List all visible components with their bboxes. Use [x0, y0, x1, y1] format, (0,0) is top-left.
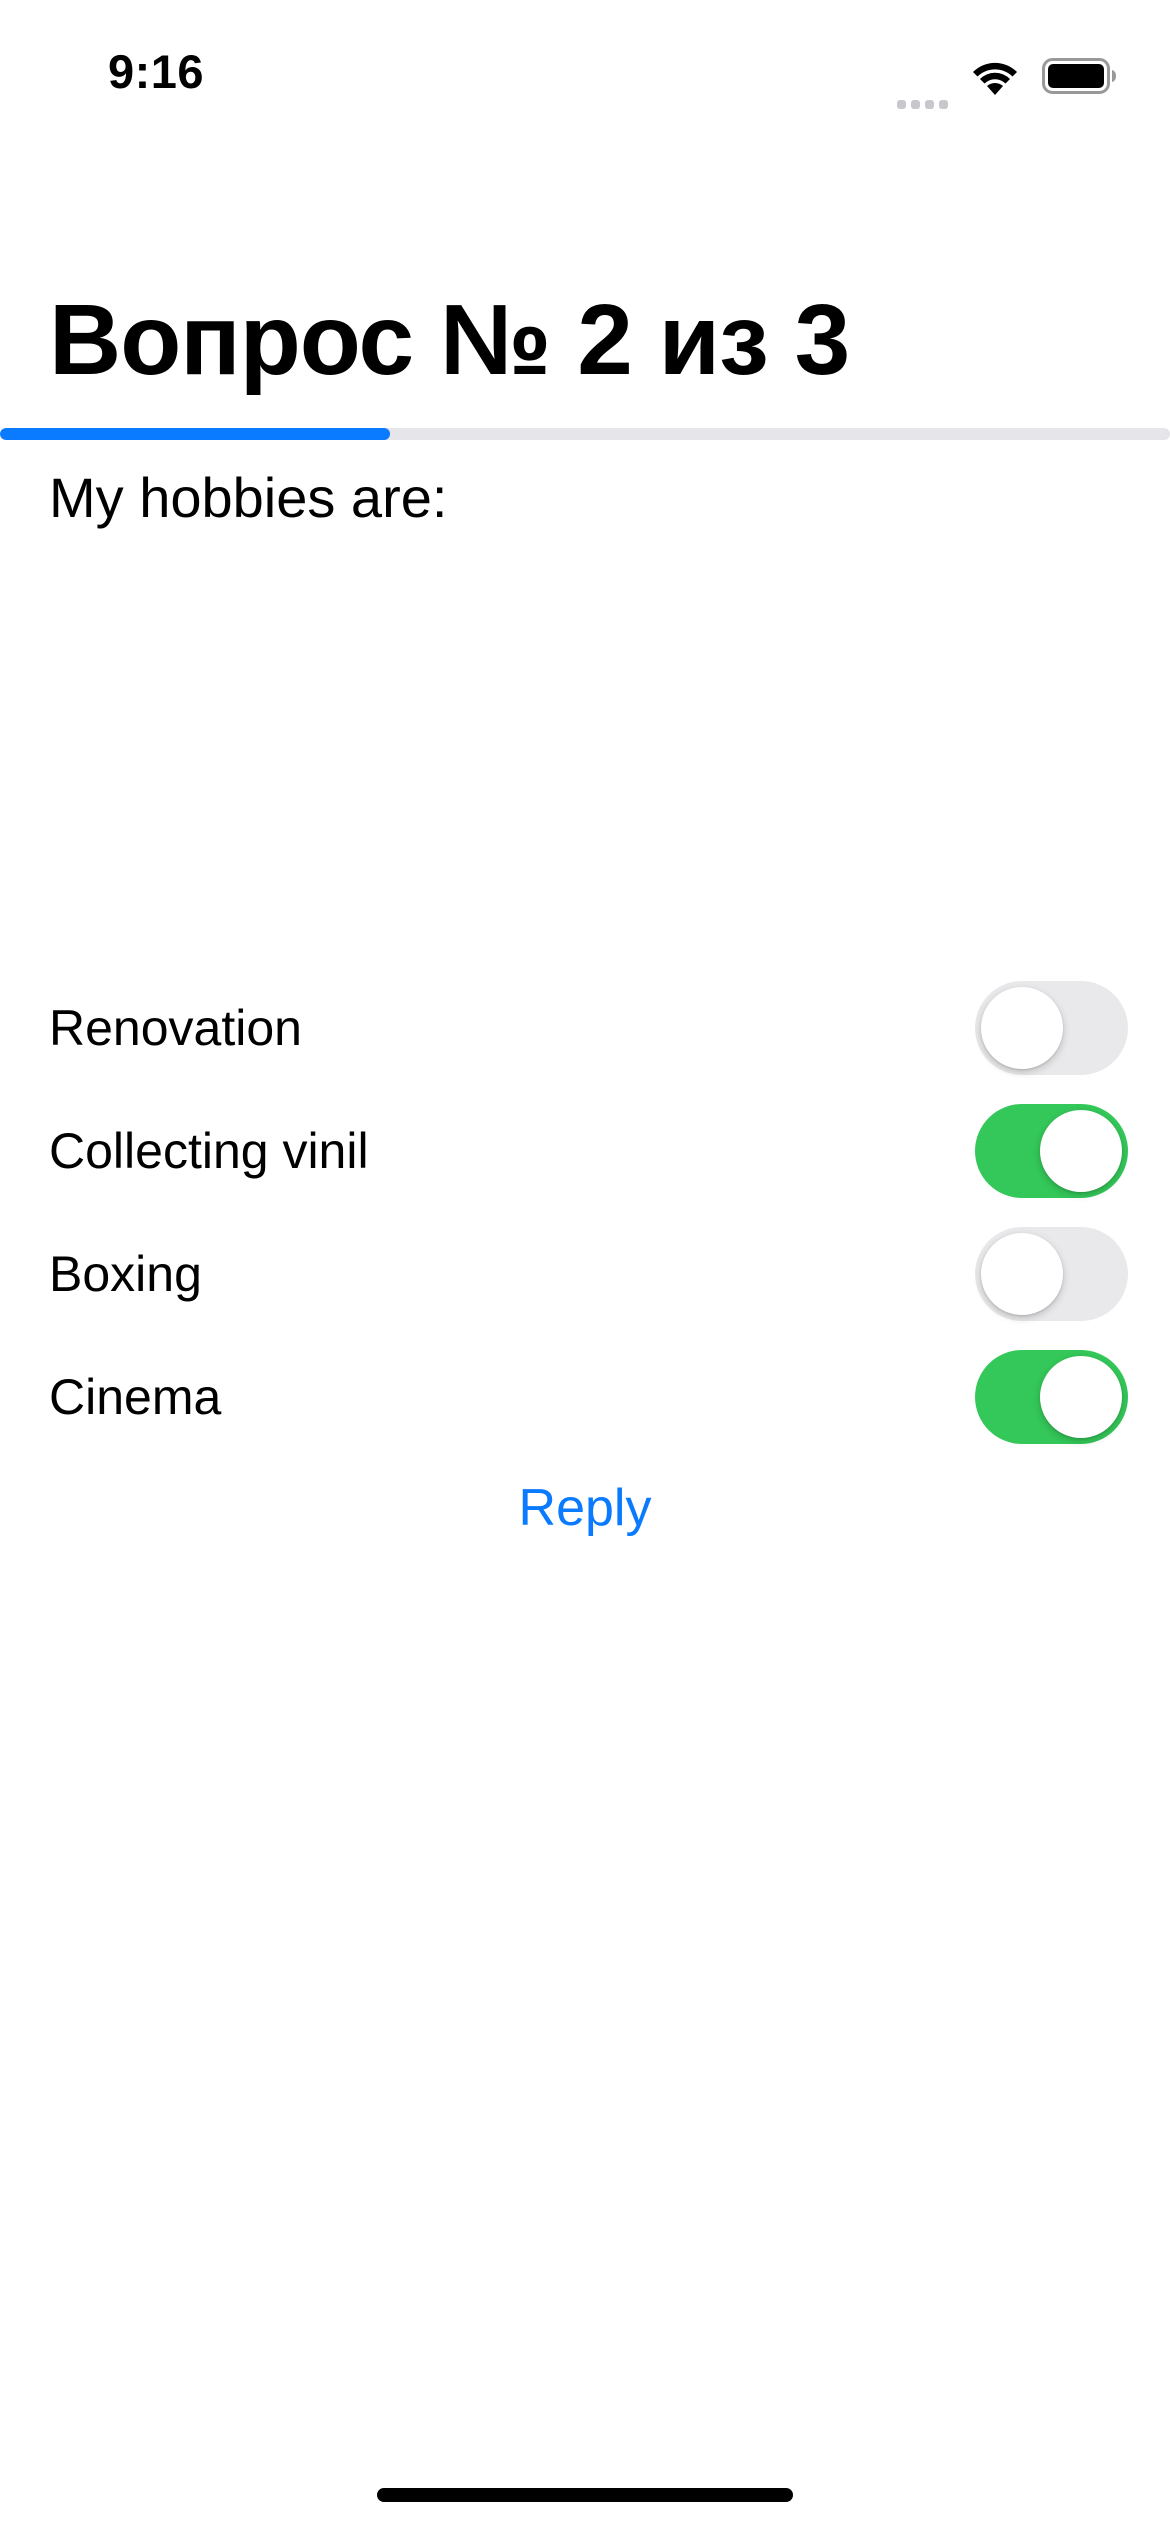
home-indicator[interactable] — [377, 2488, 793, 2502]
toggle-knob — [1040, 1355, 1122, 1438]
option-row: Boxing — [49, 1212, 1129, 1335]
toggle-knob — [981, 1232, 1063, 1315]
option-toggle[interactable] — [975, 1103, 1128, 1198]
progress-bar — [0, 428, 1170, 440]
progress-fill — [0, 428, 390, 440]
page-title: Вопрос № 2 из 3 — [49, 284, 850, 396]
status-icons — [897, 52, 1118, 109]
option-label: Boxing — [49, 1245, 202, 1302]
options-list: Renovation Collecting vinil Boxing Cinem… — [49, 966, 1129, 1458]
option-label: Renovation — [49, 999, 302, 1056]
battery-icon — [1042, 57, 1118, 95]
reply-button[interactable]: Reply — [0, 1478, 1170, 1538]
status-time: 9:16 — [108, 45, 205, 98]
option-toggle[interactable] — [975, 1226, 1128, 1321]
screen: 9:16 Вопрос № 2 из 3 My hobbies are: Ren… — [0, 0, 1170, 2532]
question-text: My hobbies are: — [49, 466, 448, 529]
option-row: Cinema — [49, 1335, 1129, 1458]
wifi-icon — [970, 57, 1020, 95]
option-label: Collecting vinil — [49, 1122, 369, 1179]
option-label: Cinema — [49, 1368, 222, 1425]
option-toggle[interactable] — [975, 1349, 1128, 1444]
option-row: Collecting vinil — [49, 1089, 1129, 1212]
option-toggle[interactable] — [975, 980, 1128, 1075]
option-row: Renovation — [49, 966, 1129, 1089]
signal-icon — [897, 43, 948, 109]
toggle-knob — [1040, 1109, 1122, 1192]
toggle-knob — [981, 986, 1063, 1069]
